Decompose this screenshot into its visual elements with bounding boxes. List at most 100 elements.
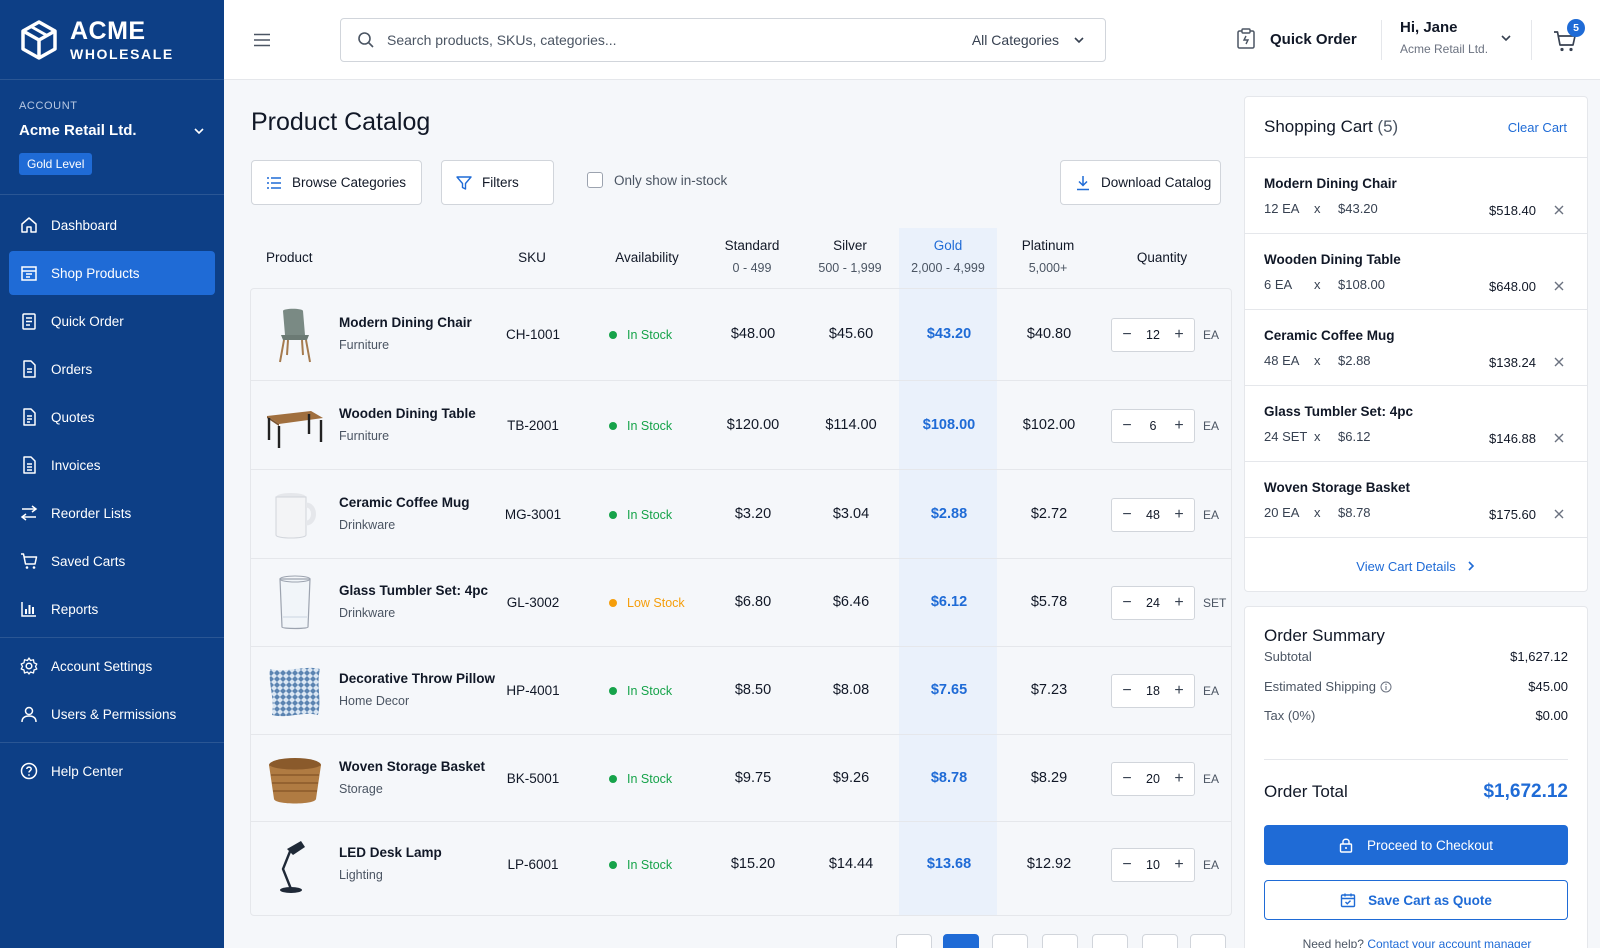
quantity-value[interactable]: 24 (1146, 596, 1160, 610)
cart-item-name: Ceramic Coffee Mug (1264, 328, 1395, 343)
sidebar-item-reorder-lists[interactable]: Reorder Lists (9, 491, 215, 535)
pagination-page[interactable] (1042, 934, 1078, 948)
in-stock-checkbox[interactable] (587, 172, 603, 188)
chevron-down-icon[interactable] (1500, 32, 1512, 44)
sidebar-item-label: Reorder Lists (51, 505, 132, 521)
remove-item-icon[interactable] (1553, 204, 1565, 216)
decrease-quantity-button[interactable]: − (1120, 417, 1134, 435)
product-name[interactable]: Modern Dining Chair (339, 315, 472, 330)
sidebar-item-users-permissions[interactable]: Users & Permissions (9, 692, 215, 736)
hamburger-menu-icon[interactable] (252, 30, 272, 50)
pagination-page-last[interactable] (1142, 934, 1178, 948)
save-cart-as-quote-button[interactable]: Save Cart as Quote (1264, 880, 1568, 920)
product-image[interactable] (265, 661, 325, 721)
increase-quantity-button[interactable]: + (1172, 856, 1186, 874)
in-stock-filter[interactable]: Only show in-stock (587, 172, 727, 188)
pagination-prev-button[interactable] (896, 934, 932, 948)
quantity-stepper: −12 + (1111, 318, 1195, 352)
tier-name: Silver (833, 238, 867, 253)
multiply-sign: x (1314, 277, 1321, 292)
product-name[interactable]: Woven Storage Basket (339, 759, 485, 774)
sidebar-item-help-center[interactable]: Help Center (9, 749, 215, 793)
info-icon[interactable] (1380, 681, 1392, 693)
account-selector[interactable]: Acme Retail Ltd. (19, 122, 205, 139)
view-cart-details-label: View Cart Details (1356, 558, 1456, 574)
proceed-to-checkout-button[interactable]: Proceed to Checkout (1264, 825, 1568, 865)
cart-title: Shopping Cart (5) (1264, 117, 1398, 137)
product-image[interactable] (265, 573, 325, 633)
decrease-quantity-button[interactable]: − (1120, 770, 1134, 788)
sidebar-item-shop-products[interactable]: Shop Products (9, 251, 215, 295)
decrease-quantity-button[interactable]: − (1120, 682, 1134, 700)
decrease-quantity-button[interactable]: − (1120, 326, 1134, 344)
search-icon (358, 32, 374, 48)
sidebar-item-dashboard[interactable]: Dashboard (9, 203, 215, 247)
increase-quantity-button[interactable]: + (1172, 326, 1186, 344)
download-catalog-button[interactable]: Download Catalog (1060, 160, 1221, 205)
quantity-value[interactable]: 12 (1146, 328, 1160, 342)
availability-label: In Stock (627, 508, 673, 522)
price-gold: $2.88 (930, 506, 968, 522)
remove-item-icon[interactable] (1553, 280, 1565, 292)
pagination-next-button[interactable] (1190, 934, 1226, 948)
increase-quantity-button[interactable]: + (1172, 594, 1186, 612)
decrease-quantity-button[interactable]: − (1120, 856, 1134, 874)
filters-button[interactable]: Filters (441, 160, 554, 205)
decrease-quantity-button[interactable]: − (1120, 506, 1134, 524)
sidebar-item-quotes[interactable]: Quotes (9, 395, 215, 439)
cart-item-quantity: 24 SET (1264, 429, 1308, 444)
category-select[interactable]: All Categories (972, 32, 1105, 48)
unit-of-measure: EA (1203, 858, 1220, 872)
product-name[interactable]: Wooden Dining Table (339, 406, 476, 421)
product-image[interactable] (265, 749, 325, 809)
product-image[interactable] (265, 485, 325, 545)
product-image[interactable] (265, 835, 325, 895)
sidebar-item-account-settings[interactable]: Account Settings (9, 644, 215, 688)
remove-item-icon[interactable] (1553, 508, 1565, 520)
price-gold: $108.00 (922, 417, 976, 433)
remove-item-icon[interactable] (1553, 432, 1565, 444)
cart-item-quantity: 12 EA (1264, 201, 1300, 216)
divider (1381, 20, 1382, 60)
increase-quantity-button[interactable]: + (1172, 770, 1186, 788)
increase-quantity-button[interactable]: + (1172, 506, 1186, 524)
clear-cart-link[interactable]: Clear Cart (1508, 120, 1567, 135)
product-image[interactable] (265, 305, 325, 365)
product-sku: TB-2001 (507, 418, 559, 433)
brand-name: ACME (70, 16, 146, 45)
sidebar-item-orders[interactable]: Orders (9, 347, 215, 391)
subtotal-row: Subtotal $1,627.12 (1264, 649, 1568, 664)
product-name[interactable]: Ceramic Coffee Mug (339, 495, 470, 510)
product-category: Lighting (339, 868, 383, 882)
sidebar-item-quick-order[interactable]: Quick Order (9, 299, 215, 343)
product-name[interactable]: Decorative Throw Pillow (339, 671, 495, 686)
brand[interactable]: ACME WHOLESALE (0, 0, 224, 80)
quantity-value[interactable]: 20 (1146, 772, 1160, 786)
view-cart-details-link[interactable]: View Cart Details (1245, 538, 1587, 594)
increase-quantity-button[interactable]: + (1172, 682, 1186, 700)
pagination-page[interactable] (992, 934, 1028, 948)
cart-item: Ceramic Coffee Mug 48 EA x $2.88 $138.24 (1245, 310, 1587, 386)
contact-account-manager-link[interactable]: Contact your account manager (1367, 937, 1531, 948)
sidebar-item-reports[interactable]: Reports (9, 587, 215, 631)
search-input[interactable] (387, 32, 972, 48)
remove-item-icon[interactable] (1553, 356, 1565, 368)
user-menu[interactable]: Hi, Jane Acme Retail Ltd. (1400, 19, 1488, 56)
decrease-quantity-button[interactable]: − (1120, 594, 1134, 612)
filter-icon (456, 175, 472, 190)
product-name[interactable]: Glass Tumbler Set: 4pc (339, 583, 488, 598)
increase-quantity-button[interactable]: + (1172, 417, 1186, 435)
sidebar-item-saved-carts[interactable]: Saved Carts (9, 539, 215, 583)
product-image[interactable] (265, 396, 325, 456)
quick-order-button[interactable]: Quick Order (1236, 28, 1357, 50)
browse-categories-button[interactable]: Browse Categories (251, 160, 422, 205)
quantity-value[interactable]: 48 (1146, 508, 1160, 522)
product-category: Drinkware (339, 518, 396, 532)
quantity-value[interactable]: 18 (1146, 684, 1160, 698)
product-name[interactable]: LED Desk Lamp (339, 845, 442, 860)
quantity-value[interactable]: 10 (1146, 858, 1160, 872)
sidebar-item-invoices[interactable]: Invoices (9, 443, 215, 487)
quantity-value[interactable]: 6 (1150, 419, 1157, 433)
pagination-page-active[interactable] (943, 934, 979, 948)
brand-subtitle: WHOLESALE (70, 45, 174, 62)
